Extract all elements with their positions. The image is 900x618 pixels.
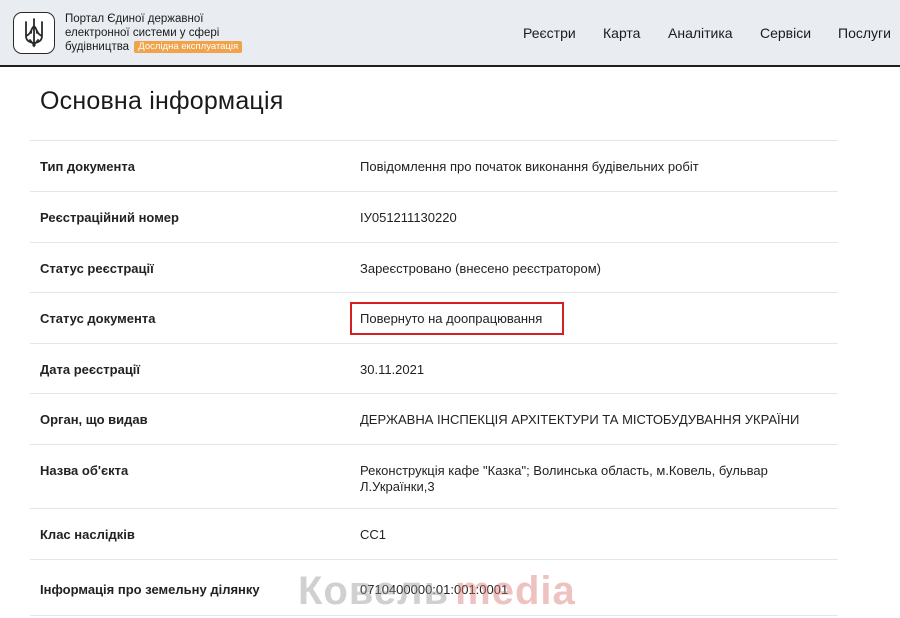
info-value: 30.11.2021	[360, 362, 425, 377]
nav-public-services[interactable]: Послуги	[838, 25, 891, 41]
info-row-object-name: Назва об'єкта Реконструкція кафе "Казка"…	[30, 444, 838, 508]
info-row-registration-number: Реєстраційний номер ІУ051211130220	[30, 191, 838, 242]
site-header: Портал Єдиної державної електронної сист…	[0, 0, 900, 67]
info-value: Реконструкція кафе "Казка"; Волинська об…	[360, 463, 768, 494]
nav-registries[interactable]: Реєстри	[523, 25, 576, 41]
info-row-registration-status: Статус реєстрації Зареєстровано (внесено…	[30, 242, 838, 292]
portal-name-line3: будівництва Дослідна експлуатація	[65, 40, 295, 54]
trident-icon	[25, 18, 43, 48]
info-value: Зареєстровано (внесено реєстратором)	[360, 261, 601, 276]
info-value: 0710400000:01:001:0001	[360, 582, 509, 597]
info-value: ІУ051211130220	[360, 210, 457, 225]
info-value: ДЕРЖАВНА ІНСПЕКЦІЯ АРХІТЕКТУРИ ТА МІСТОБ…	[360, 412, 800, 427]
coat-of-arms-logo[interactable]	[13, 12, 55, 54]
info-value: Повідомлення про початок виконання будів…	[360, 159, 699, 174]
info-row-document-type: Тип документа Повідомлення про початок в…	[30, 140, 838, 191]
info-value: СС1	[360, 527, 387, 542]
table-bottom-border	[30, 615, 838, 616]
info-label: Орган, що видав	[40, 412, 148, 427]
info-row-issuing-authority: Орган, що видав ДЕРЖАВНА ІНСПЕКЦІЯ АРХІТ…	[30, 393, 838, 444]
info-label: Реєстраційний номер	[40, 210, 179, 225]
info-row-consequence-class: Клас наслідків СС1	[30, 508, 838, 559]
info-label: Назва об'єкта	[40, 463, 129, 478]
portal-name-line1: Портал Єдиної державної	[65, 13, 204, 25]
portal-name: Портал Єдиної державної електронної сист…	[65, 12, 295, 54]
info-label: Клас наслідків	[40, 527, 135, 542]
nav-analytics[interactable]: Аналітика	[668, 25, 733, 41]
beta-badge: Дослідна експлуатація	[134, 41, 243, 53]
info-label: Тип документа	[40, 159, 135, 174]
info-label: Дата реєстрації	[40, 362, 141, 377]
info-row-registration-date: Дата реєстрації 30.11.2021	[30, 343, 838, 393]
portal-name-line2: електронної системи у сфері	[65, 27, 220, 39]
document-status-value: Повернуто на доопрацювання	[360, 311, 543, 326]
nav-services[interactable]: Сервіси	[760, 25, 811, 41]
info-table: Тип документа Повідомлення про початок в…	[30, 140, 838, 616]
info-label: Інформація про земельну ділянку	[40, 582, 260, 597]
page-title: Основна інформація	[40, 87, 284, 115]
portal-name-line3-text: будівництва	[65, 41, 130, 53]
info-row-document-status: Статус документа Повернуто на доопрацюва…	[30, 292, 838, 343]
nav-map[interactable]: Карта	[603, 25, 640, 41]
info-label: Статус реєстрації	[40, 261, 154, 276]
info-label: Статус документа	[40, 311, 156, 326]
info-row-land-plot: Інформація про земельну ділянку 07104000…	[30, 559, 838, 615]
